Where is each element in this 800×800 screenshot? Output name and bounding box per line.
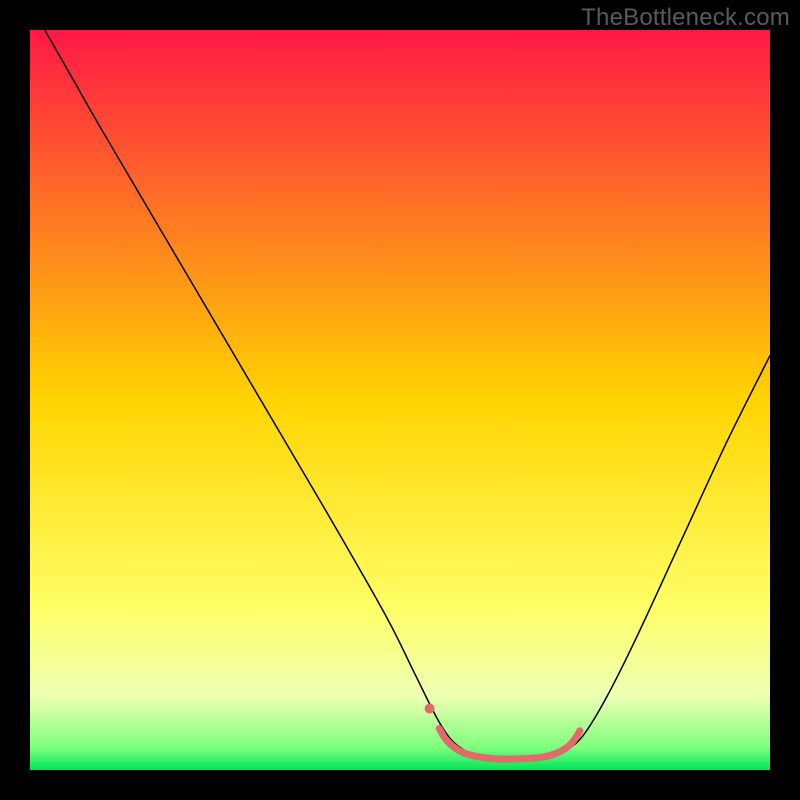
watermark-text: TheBottleneck.com <box>581 4 790 32</box>
chart-svg <box>30 30 770 770</box>
gradient-background <box>30 30 770 770</box>
plot-area <box>30 30 770 770</box>
series-highlight-dot <box>425 704 435 714</box>
chart-container: TheBottleneck.com <box>0 0 800 800</box>
